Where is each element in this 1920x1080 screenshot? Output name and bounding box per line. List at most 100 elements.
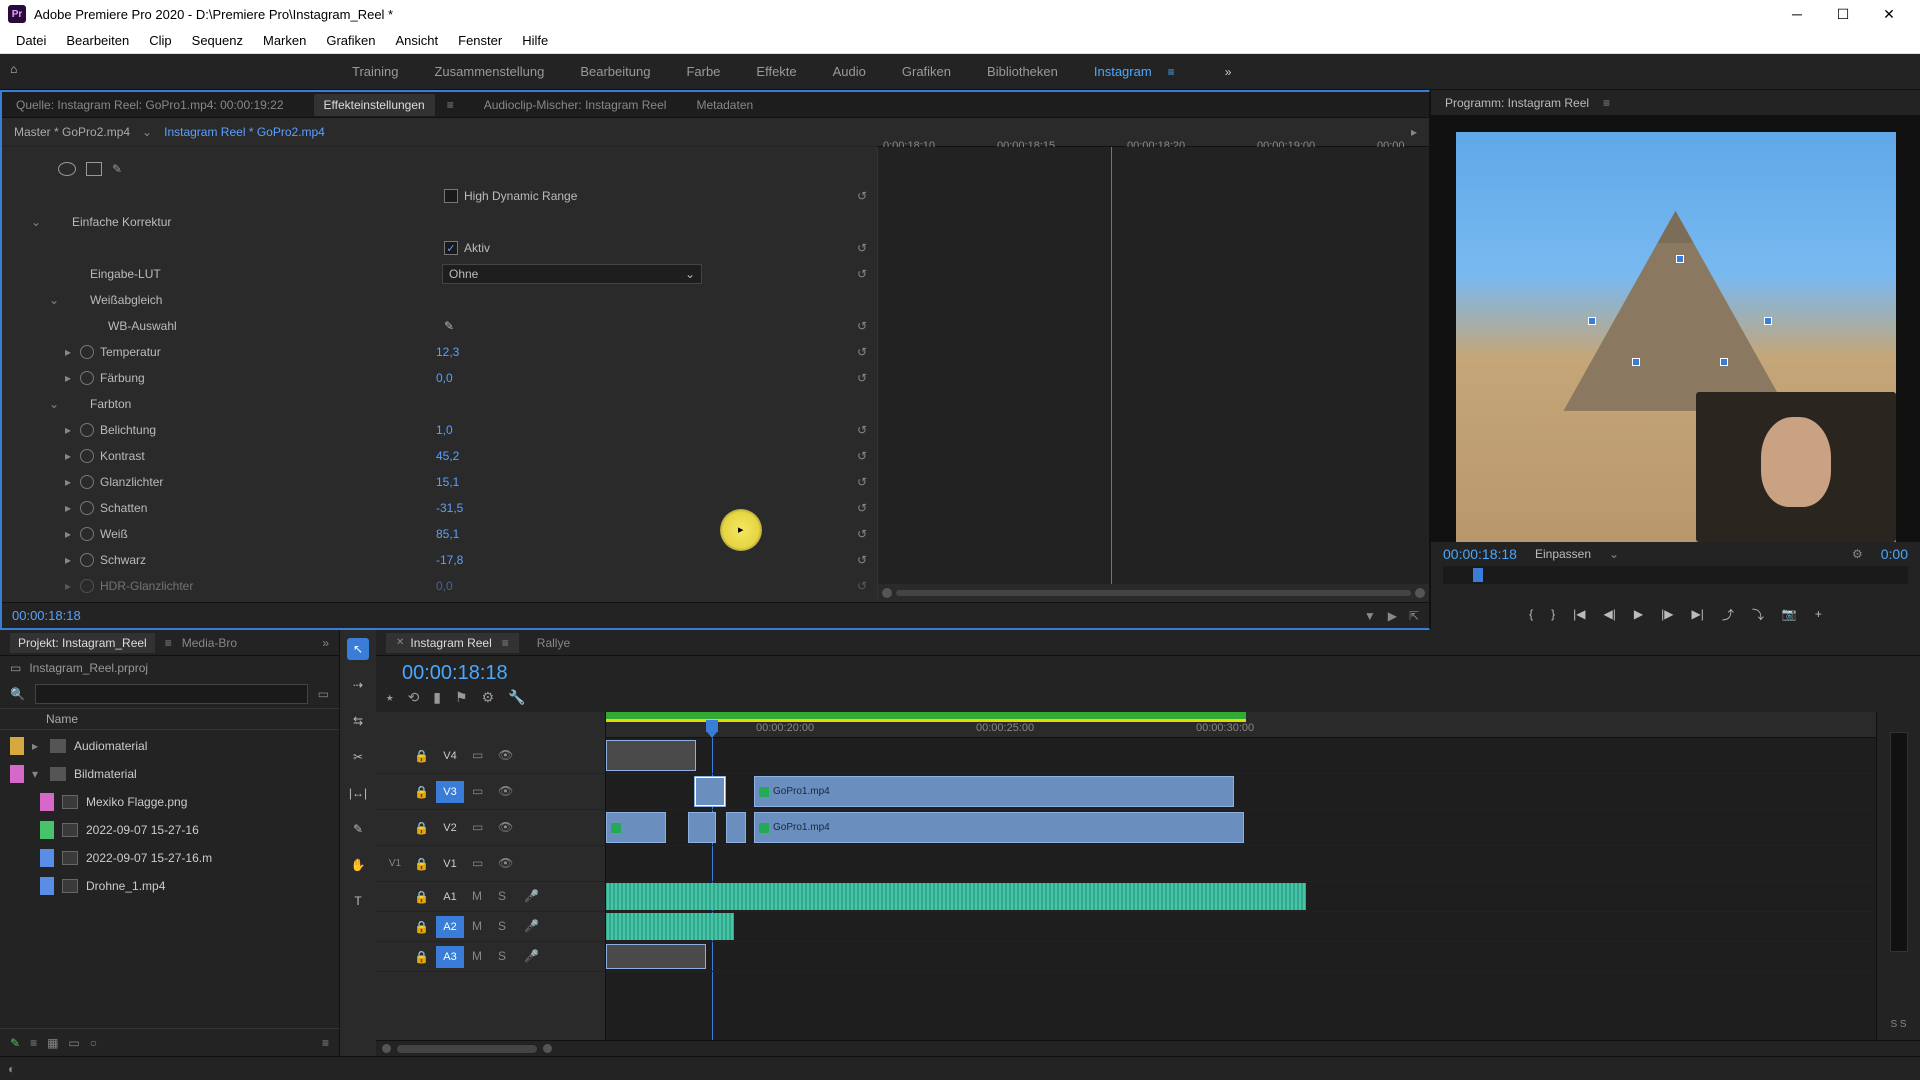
tab-effekteinstellungen[interactable]: Effekteinstellungen <box>314 94 435 116</box>
prop-value[interactable]: -31,5 <box>436 501 463 515</box>
track-name[interactable]: V1 <box>436 853 464 875</box>
reset-icon[interactable]: ↺ <box>857 423 867 437</box>
stopwatch-icon[interactable] <box>80 449 94 463</box>
prop-value[interactable]: 0,0 <box>436 371 453 385</box>
workspace-overflow-icon[interactable]: » <box>1225 65 1232 79</box>
effect-timecode[interactable]: 00:00:18:18 <box>12 608 81 623</box>
program-scrubber[interactable] <box>1443 566 1908 584</box>
settings-icon[interactable]: ⚙ <box>482 689 495 706</box>
sequence-tab-2[interactable]: Rallye <box>537 636 570 650</box>
voice-over-icon[interactable]: 🎤 <box>524 919 542 935</box>
twirl-icon[interactable]: ▸ <box>62 579 74 593</box>
stopwatch-icon[interactable] <box>80 553 94 567</box>
prop-value[interactable]: 0,0 <box>436 579 453 593</box>
menu-grafiken[interactable]: Grafiken <box>316 33 385 48</box>
keyframe-graph[interactable] <box>877 147 1429 602</box>
play-icon[interactable]: ▶ <box>1634 607 1643 621</box>
prop-value[interactable]: 15,1 <box>436 475 459 489</box>
twirl-icon[interactable]: ▸ <box>62 527 74 541</box>
ws-effekte[interactable]: Effekte <box>756 64 796 79</box>
list-item[interactable]: Mexiko Flagge.png <box>0 788 339 816</box>
lock-icon[interactable]: 🔒 <box>414 890 428 904</box>
solo-icon[interactable]: S <box>498 949 516 965</box>
ws-grafiken[interactable]: Grafiken <box>902 64 951 79</box>
timeline-timecode[interactable]: 00:00:18:18 <box>402 662 526 685</box>
button-editor-icon[interactable]: + <box>1815 607 1822 621</box>
menu-fenster[interactable]: Fenster <box>448 33 512 48</box>
zoom-fit[interactable]: Einpassen <box>1535 547 1591 561</box>
lut-dropdown[interactable]: Ohne⌄ <box>442 264 702 284</box>
stopwatch-icon[interactable] <box>80 371 94 385</box>
chevron-down-icon[interactable]: ⌄ <box>1609 547 1619 561</box>
settings-icon[interactable]: ⚙ <box>1852 547 1863 561</box>
menu-ansicht[interactable]: Ansicht <box>385 33 448 48</box>
ws-bearbeitung[interactable]: Bearbeitung <box>580 64 650 79</box>
reset-icon[interactable]: ↺ <box>857 501 867 515</box>
type-tool-icon[interactable]: T <box>347 890 369 912</box>
list-item[interactable]: 2022-09-07 15-27-16 <box>0 816 339 844</box>
list-view-icon[interactable]: ≡ <box>30 1036 37 1050</box>
mark-out-icon[interactable]: } <box>1551 607 1555 621</box>
slip-tool-icon[interactable]: |↔| <box>347 782 369 804</box>
panel-menu-icon[interactable]: ≡ <box>165 636 172 650</box>
step-back-icon[interactable]: ◀| <box>1604 607 1616 621</box>
reset-icon[interactable]: ↺ <box>857 345 867 359</box>
toggle-visibility-icon[interactable]: 👁 <box>498 856 516 872</box>
ws-audio[interactable]: Audio <box>833 64 866 79</box>
hdr-checkbox[interactable] <box>444 189 458 203</box>
panel-menu-icon[interactable]: ≡ <box>502 636 509 650</box>
twirl-icon[interactable]: ▾ <box>32 767 42 781</box>
toggle-visibility-icon[interactable]: 👁 <box>498 748 516 764</box>
list-item[interactable]: ▸Audiomaterial <box>0 732 339 760</box>
reset-icon[interactable]: ↺ <box>857 267 867 281</box>
twirl-icon[interactable]: ▸ <box>32 739 42 753</box>
razor-tool-icon[interactable]: ✂ <box>347 746 369 768</box>
minimize-button[interactable]: ─ <box>1774 0 1820 28</box>
column-name[interactable]: Name <box>46 712 78 726</box>
voice-over-icon[interactable]: 🎤 <box>524 949 542 965</box>
play-icon[interactable]: ▶ <box>1388 609 1397 623</box>
toggle-visibility-icon[interactable]: 👁 <box>498 784 516 800</box>
track-name[interactable]: A2 <box>436 916 464 938</box>
sort-icon[interactable]: ≡ <box>322 1036 329 1050</box>
ws-bibliotheken[interactable]: Bibliotheken <box>987 64 1058 79</box>
ws-zusammenstellung[interactable]: Zusammenstellung <box>434 64 544 79</box>
twirl-icon[interactable]: ⌄ <box>48 397 60 411</box>
tab-media-browser[interactable]: Media-Bro <box>182 636 237 650</box>
twirl-icon[interactable]: ▸ <box>62 423 74 437</box>
solo-icon[interactable]: S <box>498 889 516 905</box>
workspace-menu-icon[interactable]: ≡ <box>1168 65 1175 79</box>
track-name[interactable]: V4 <box>436 745 464 767</box>
reset-icon[interactable]: ↺ <box>857 371 867 385</box>
list-item[interactable]: ▾Bildmaterial <box>0 760 339 788</box>
maximize-button[interactable]: ☐ <box>1820 0 1866 28</box>
stopwatch-icon[interactable] <box>80 527 94 541</box>
new-item-icon[interactable]: ✎ <box>10 1036 20 1050</box>
prop-value[interactable]: 1,0 <box>436 423 453 437</box>
fx-badge-icon[interactable] <box>759 823 769 833</box>
overflow-icon[interactable]: » <box>322 636 329 650</box>
source-patch[interactable]: V1 <box>384 853 406 875</box>
tab-metadaten[interactable]: Metadaten <box>696 98 753 112</box>
twirl-icon[interactable]: ⌄ <box>48 293 60 307</box>
reset-icon[interactable]: ↺ <box>857 475 867 489</box>
lock-icon[interactable]: 🔒 <box>414 920 428 934</box>
eyedropper-icon[interactable]: ✎ <box>444 319 454 333</box>
lock-icon[interactable]: 🔒 <box>414 857 428 871</box>
menu-hilfe[interactable]: Hilfe <box>512 33 558 48</box>
list-item[interactable]: 2022-09-07 15-27-16.m <box>0 844 339 872</box>
fx-badge-icon[interactable] <box>759 787 769 797</box>
track-name[interactable]: A1 <box>436 886 464 908</box>
reset-icon[interactable]: ↺ <box>857 449 867 463</box>
toggle-output-icon[interactable]: ▭ <box>472 856 490 872</box>
reset-icon[interactable]: ↺ <box>857 553 867 567</box>
program-timecode[interactable]: 00:00:18:18 <box>1443 546 1517 562</box>
stopwatch-icon[interactable] <box>80 345 94 359</box>
reset-icon[interactable]: ↺ <box>857 319 867 333</box>
tab-quelle[interactable]: Quelle: Instagram Reel: GoPro1.mp4: 00:0… <box>16 98 284 112</box>
stopwatch-icon[interactable] <box>80 475 94 489</box>
master-clip-name[interactable]: Master * GoPro2.mp4 <box>14 125 130 139</box>
step-forward-icon[interactable]: |▶ <box>1661 607 1673 621</box>
toggle-output-icon[interactable]: ▭ <box>472 748 490 764</box>
play-only-icon[interactable]: ▸ <box>1411 125 1417 139</box>
